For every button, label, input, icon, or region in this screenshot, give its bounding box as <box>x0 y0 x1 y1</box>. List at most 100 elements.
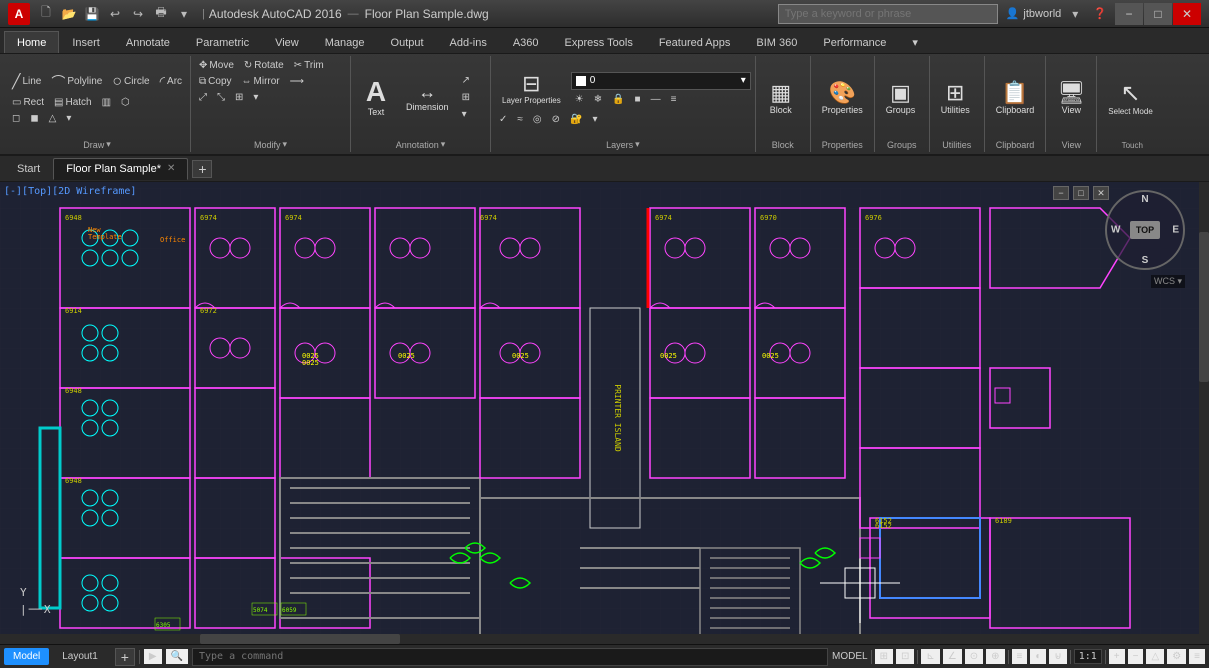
layer-lock2-tool[interactable]: 🔐 <box>566 112 586 127</box>
layer-isolate-tool[interactable]: ◎ <box>529 112 546 127</box>
array-tool[interactable]: ⊞ <box>231 90 247 105</box>
qa-open[interactable]: 📂 <box>59 5 79 23</box>
osnap-toggle[interactable]: ⊙ <box>965 649 983 664</box>
tab-overflow[interactable]: ▾ <box>899 31 931 53</box>
polyline-tool[interactable]: ⌒ Polyline <box>47 70 106 94</box>
selection-cycling[interactable]: ⊌ <box>1049 649 1066 664</box>
command-prompt-icon[interactable]: ▶ <box>144 649 162 664</box>
tab-insert[interactable]: Insert <box>59 31 113 53</box>
tab-view[interactable]: View <box>262 31 312 53</box>
tab-floor-plan[interactable]: Floor Plan Sample* ✕ <box>53 158 188 180</box>
zoom-in-button[interactable]: + <box>1109 649 1125 664</box>
new-tab-button[interactable]: + <box>192 160 212 178</box>
qa-undo[interactable]: ↩ <box>105 5 125 23</box>
layer-freeze-tool[interactable]: ⊘ <box>548 112 564 127</box>
dimension-tool[interactable]: ↔ Dimension <box>399 78 456 117</box>
tab-home[interactable]: Home <box>4 31 59 53</box>
layer-properties-tool[interactable]: ⊟ Layer Properties <box>495 68 568 110</box>
circle-tool[interactable]: ○ Circle <box>108 71 153 93</box>
view-tool[interactable]: 🖥 View <box>1050 77 1092 120</box>
boundary-tool[interactable]: ⬡ <box>117 95 134 110</box>
transparency-toggle[interactable]: ◐ <box>1030 649 1046 664</box>
tab-parametric[interactable]: Parametric <box>183 31 262 53</box>
clipboard-tool[interactable]: 📋 Clipboard <box>989 77 1042 120</box>
horizontal-scrollbar[interactable] <box>0 634 1209 644</box>
layer-match-tool[interactable]: ≈ <box>513 112 527 127</box>
layout1-tab[interactable]: Layout1 <box>53 648 107 665</box>
tab-manage[interactable]: Manage <box>312 31 378 53</box>
block-tool[interactable]: ▦ Block <box>760 77 802 120</box>
qa-redo[interactable]: ↪ <box>128 5 148 23</box>
layer-linetype-icon[interactable]: — <box>647 92 665 107</box>
stretch-tool[interactable]: ⤢ <box>195 90 211 105</box>
region-tool[interactable]: ◻ <box>8 111 24 126</box>
tab-express[interactable]: Express Tools <box>552 31 646 53</box>
tab-output[interactable]: Output <box>378 31 437 53</box>
layer-color-icon[interactable]: ■ <box>631 92 645 107</box>
draw-more[interactable]: ▾ <box>62 111 75 126</box>
gradient-tool[interactable]: ▥ <box>98 95 115 110</box>
tab-performance[interactable]: Performance <box>810 31 899 53</box>
grid-toggle[interactable]: ⊞ <box>875 649 893 664</box>
annot-more[interactable]: ▾ <box>458 107 474 122</box>
revision-tool[interactable]: △ <box>45 111 61 126</box>
vertical-scrollbar[interactable] <box>1199 182 1209 644</box>
rotate-tool[interactable]: ↻ Rotate <box>240 58 288 73</box>
search-input[interactable] <box>778 4 998 24</box>
tab-featured-apps[interactable]: Featured Apps <box>646 31 744 53</box>
properties-tool[interactable]: 🎨 Properties <box>815 77 870 120</box>
select-mode-tool[interactable]: ↖ Select Mode <box>1101 77 1159 121</box>
command-search-icon[interactable]: 🔍 <box>166 649 188 664</box>
move-tool[interactable]: ✥ Move <box>195 58 238 73</box>
tab-bim360[interactable]: BIM 360 <box>743 31 810 53</box>
navigation-cube[interactable]: N S E W TOP WCS ▾ <box>1105 190 1185 270</box>
annotation-dropdown-icon[interactable]: ▾ <box>441 139 446 150</box>
minimize-button[interactable]: − <box>1115 3 1143 25</box>
restore-viewport-button[interactable]: □ <box>1073 186 1089 200</box>
model-tab[interactable]: Model <box>4 648 49 665</box>
extend-tool[interactable]: ⟶ <box>286 74 308 89</box>
workspace-settings[interactable]: ⚙ <box>1167 649 1186 664</box>
layer-off-icon[interactable]: ☀ <box>571 92 588 107</box>
groups-tool[interactable]: ▣ Groups <box>879 77 923 120</box>
command-input[interactable] <box>192 648 828 666</box>
tab-start[interactable]: Start <box>4 158 53 180</box>
modify-more[interactable]: ▾ <box>249 90 262 105</box>
layer-dropdown[interactable]: 0 ▾ <box>571 72 751 90</box>
wipeout-tool[interactable]: ◼ <box>26 111 42 126</box>
draw-dropdown-icon[interactable]: ▾ <box>106 139 111 150</box>
annotation-monitor[interactable]: △ <box>1146 649 1164 664</box>
qa-new[interactable]: 🗋 <box>36 5 56 23</box>
layer-lineweight-icon[interactable]: ≡ <box>667 92 681 107</box>
tab-a360[interactable]: A360 <box>500 31 552 53</box>
layers-dropdown-icon[interactable]: ▾ <box>635 139 640 150</box>
user-menu-btn[interactable]: ▾ <box>1065 5 1085 23</box>
qa-save[interactable]: 💾 <box>82 5 102 23</box>
restore-button[interactable]: □ <box>1144 3 1172 25</box>
layer-lock-icon[interactable]: 🔒 <box>608 92 628 107</box>
otrack-toggle[interactable]: ⊕ <box>986 649 1004 664</box>
tab-close-icon[interactable]: ✕ <box>167 163 175 174</box>
arc-tool[interactable]: ◜ Arc <box>156 71 186 92</box>
snap-toggle[interactable]: ⊡ <box>896 649 914 664</box>
hatch-tool[interactable]: ▤ Hatch <box>50 95 96 110</box>
table-tool[interactable]: ⊞ <box>458 90 474 105</box>
view-top-label[interactable]: TOP <box>1130 221 1160 239</box>
rect-tool[interactable]: ▭ Rect <box>8 95 48 110</box>
copy-tool[interactable]: ⧉ Copy <box>195 74 236 89</box>
mirror-tool[interactable]: ⇔ Mirror <box>238 74 284 89</box>
drawing-area[interactable]: PRINTER ISLAND <box>0 182 1209 644</box>
lineweight-toggle[interactable]: ≡ <box>1012 649 1028 664</box>
tab-addins[interactable]: Add-ins <box>437 31 500 53</box>
utilities-tool[interactable]: ⊞ Utilities <box>934 77 977 120</box>
text-tool[interactable]: A Text <box>355 73 397 122</box>
trim-tool[interactable]: ✂ Trim <box>290 58 328 73</box>
new-layout-button[interactable]: + <box>115 648 135 666</box>
qa-dropdown[interactable]: ▾ <box>174 5 194 23</box>
make-current-tool[interactable]: ✓ <box>495 112 511 127</box>
polar-toggle[interactable]: ∠ <box>943 649 962 664</box>
zoom-out-button[interactable]: − <box>1128 649 1144 664</box>
scale-tool[interactable]: ⤡ <box>213 90 229 105</box>
close-button[interactable]: ✕ <box>1173 3 1201 25</box>
line-tool[interactable]: ╱ Line <box>8 71 45 92</box>
